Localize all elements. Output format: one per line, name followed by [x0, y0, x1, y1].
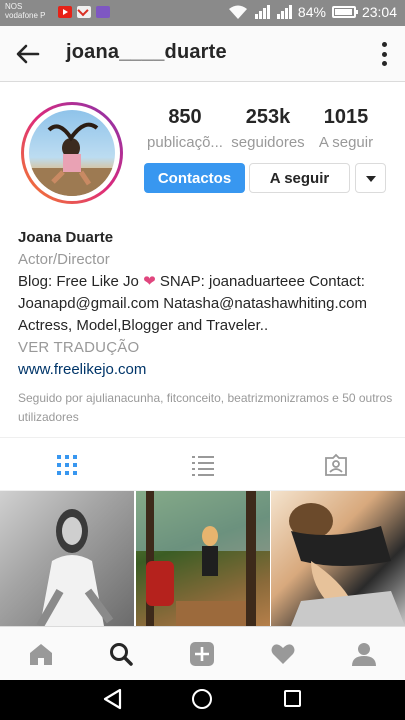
bio-text: Blog: Free Like Jo ❤ SNAP: joanaduarteee…	[18, 271, 393, 337]
following-label: A seguir	[318, 134, 374, 151]
following-count: 1015	[323, 106, 369, 128]
youtube-icon	[58, 6, 72, 18]
followed-by-text[interactable]: Seguido por ajulianacunha, fitconceito, …	[18, 389, 393, 427]
avatar-photo	[29, 122, 115, 196]
photos-icon	[96, 6, 110, 18]
followers-stat[interactable]: 253k seguidores	[228, 106, 308, 151]
tagged-photos-icon[interactable]	[324, 453, 348, 477]
profile-username: joana____duarte	[66, 41, 227, 63]
instagram-profile-screen: NOS vodafone P 84% 23:04 joana____duarte…	[0, 0, 405, 720]
dot	[381, 51, 387, 57]
android-recents-icon[interactable]	[284, 690, 301, 707]
profile-bio: Joana Duarte Actor/Director Blog: Free L…	[18, 227, 393, 427]
battery-percent: 84%	[297, 4, 326, 20]
full-name: Joana Duarte	[18, 229, 114, 246]
carrier-line-1: NOS	[5, 2, 23, 11]
avatar-frame	[24, 105, 120, 201]
followers-count: 253k	[245, 106, 291, 128]
photo-thumbnail[interactable]	[136, 491, 270, 626]
posts-count: 850	[168, 106, 202, 128]
android-home-icon[interactable]	[192, 689, 212, 709]
profile-header: joana____duarte	[0, 26, 405, 82]
posts-label: publicaçõ...	[147, 134, 223, 151]
dot	[381, 61, 387, 66]
profile-tabs	[0, 437, 405, 491]
more-options-icon[interactable]	[379, 42, 389, 66]
suggestions-dropdown-button[interactable]	[355, 163, 386, 193]
photo-thumbnail[interactable]	[271, 491, 405, 626]
bottom-navigation	[0, 626, 405, 680]
grid-view-icon[interactable]	[55, 453, 79, 477]
photo-thumbnail[interactable]	[0, 491, 134, 626]
category-label: Actor/Director	[18, 251, 110, 268]
profile-icon[interactable]	[351, 641, 377, 667]
following-button[interactable]: A seguir	[249, 163, 350, 193]
home-icon[interactable]	[28, 641, 54, 667]
android-back-icon[interactable]	[102, 688, 122, 710]
dot	[381, 42, 387, 47]
signal-icon	[254, 5, 270, 19]
photo-content	[136, 491, 270, 626]
search-icon[interactable]	[108, 641, 134, 667]
posts-stat: 850 publicaçõ...	[142, 106, 228, 151]
photo-content	[36, 509, 114, 626]
android-navigation-bar	[0, 680, 405, 720]
status-icons: 84% 23:04	[228, 4, 397, 20]
followers-label: seguidores	[231, 134, 305, 151]
carrier-line-2: vodafone P	[5, 11, 46, 20]
photo-content	[289, 503, 405, 626]
see-translation-link[interactable]: VER TRADUÇÃO	[18, 337, 393, 359]
back-arrow-icon[interactable]	[14, 40, 42, 68]
wifi-icon	[228, 5, 247, 19]
avatar[interactable]	[29, 110, 115, 196]
heart-emoji: ❤	[143, 273, 156, 290]
bio-text-part-1: Blog: Free Like Jo	[18, 273, 139, 290]
list-view-icon[interactable]	[191, 453, 215, 477]
new-post-icon[interactable]	[189, 641, 215, 667]
gmail-icon	[77, 6, 91, 18]
clock: 23:04	[361, 4, 397, 20]
following-stat[interactable]: 1015 A seguir	[312, 106, 380, 151]
status-bar: NOS vodafone P 84% 23:04	[0, 0, 405, 26]
website-link[interactable]: www.freelikejo.com	[18, 359, 393, 381]
story-ring[interactable]	[21, 102, 123, 204]
heart-activity-icon[interactable]	[270, 641, 296, 667]
battery-icon	[331, 6, 358, 18]
contacts-button[interactable]: Contactos	[144, 163, 245, 193]
photo-grid	[0, 491, 405, 626]
notification-icons	[58, 6, 110, 18]
carrier-label: NOS vodafone P	[5, 2, 45, 20]
signal-icon-2	[276, 5, 292, 19]
